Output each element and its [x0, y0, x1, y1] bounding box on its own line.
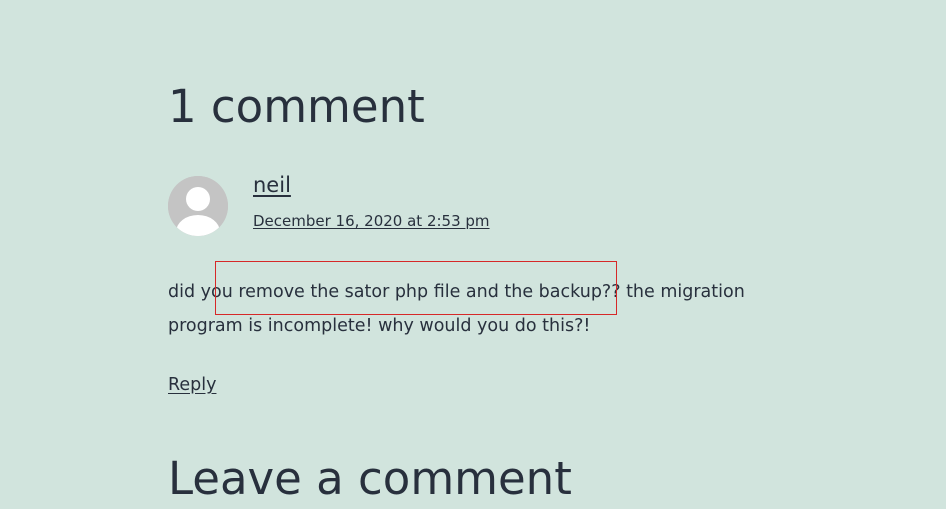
comment-text: did you remove the sator php file and th…: [168, 282, 745, 336]
leave-comment-title: Leave a comment: [168, 452, 572, 505]
comments-title: 1 comment: [168, 80, 425, 133]
comment-author-link[interactable]: neil: [253, 170, 291, 200]
user-silhouette-icon: [168, 176, 228, 236]
reply-link[interactable]: Reply: [168, 372, 216, 398]
comment-date-link[interactable]: December 16, 2020 at 2:53 pm: [253, 210, 490, 232]
avatar: [168, 176, 228, 236]
